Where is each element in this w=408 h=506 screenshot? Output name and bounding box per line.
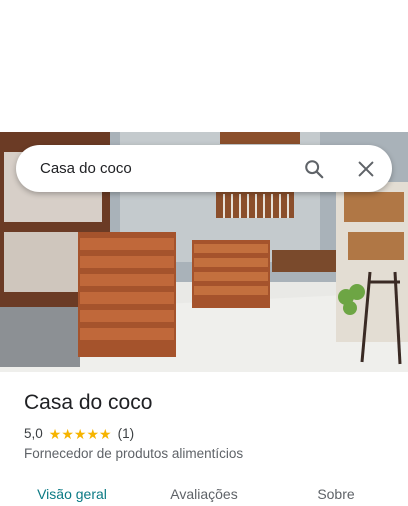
review-count[interactable]: (1) [118,426,135,441]
place-title: Casa do coco [24,391,153,414]
star-icon: ★ [99,425,112,442]
place-tabs: Visão geral Avaliações Sobre [0,476,408,506]
tab-about[interactable]: Sobre [276,486,396,502]
rating-stars: ★ ★ ★ ★ ★ [49,427,112,441]
star-icon: ★ [86,425,100,442]
rating-value: 5,0 [24,426,43,441]
star-icon: ★ [73,425,87,442]
search-icon[interactable] [303,158,325,180]
star-icon: ★ [48,425,62,442]
place-category: Fornecedor de produtos alimentícios [24,446,244,461]
star-icon: ★ [61,425,74,442]
close-icon[interactable] [355,158,377,180]
search-bar[interactable]: Casa do coco [16,145,392,192]
rating-row[interactable]: 5,0 ★ ★ ★ ★ ★ (1) [24,426,134,441]
search-input[interactable]: Casa do coco [40,160,132,177]
tab-overview[interactable]: Visão geral [12,486,132,502]
tab-reviews[interactable]: Avaliações [144,486,264,502]
